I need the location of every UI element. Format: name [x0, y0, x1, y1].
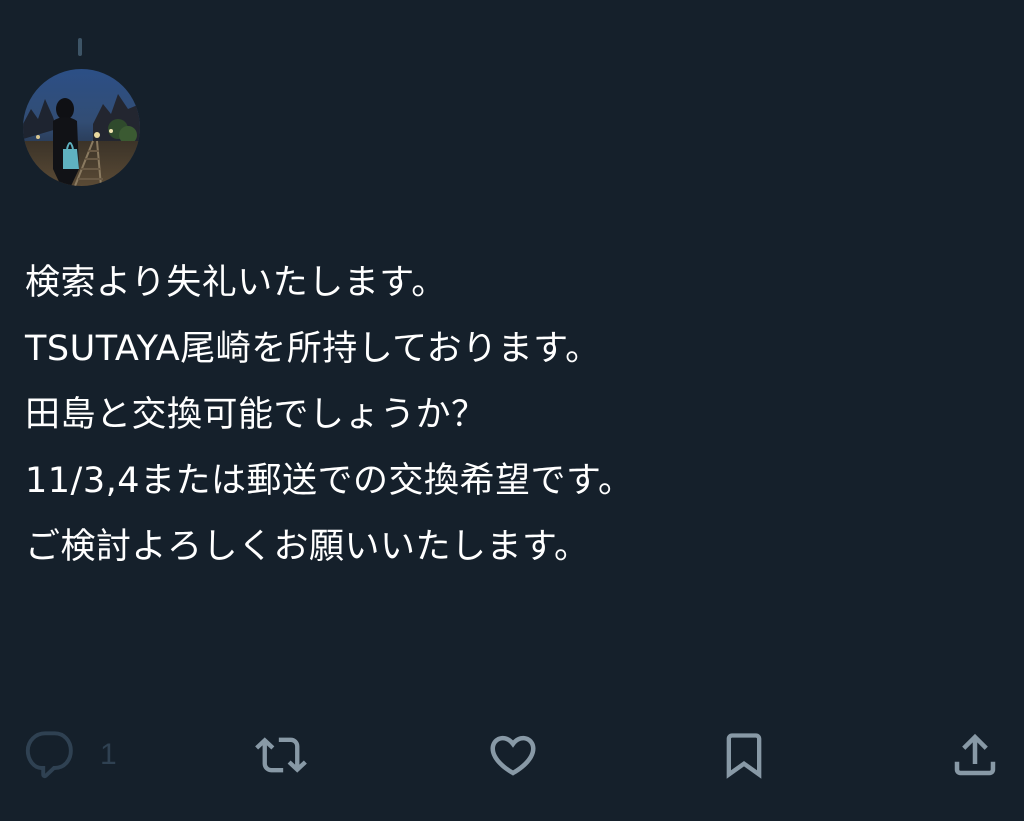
avatar-photo [23, 69, 140, 186]
tweet-line: 11/3,4または郵送での交換希望です。 [25, 461, 634, 501]
tweet-line: ご検討よろしくお願いいたします。 [25, 527, 590, 567]
avatar[interactable] [23, 69, 140, 186]
reply-count: 1 [100, 738, 117, 771]
tweet-action-bar: 1 [0, 720, 1024, 790]
share-icon [954, 733, 996, 776]
share-button[interactable] [948, 720, 1002, 790]
bookmark-button[interactable] [718, 720, 770, 790]
tweet-line: 田島と交換可能でしょうか？ [25, 395, 487, 435]
bookmark-icon [726, 733, 762, 779]
retweet-icon [255, 737, 307, 773]
like-button[interactable] [486, 720, 540, 790]
heart-icon [490, 735, 536, 776]
tweet-text: 検索より失礼いたします。 TSUTAYA尾崎を所持しております。 田島と交換可能… [25, 250, 1005, 580]
reply-button[interactable]: 1 [24, 720, 117, 790]
tweet-view: 検索より失礼いたします。 TSUTAYA尾崎を所持しております。 田島と交換可能… [0, 0, 1024, 821]
tweet-line: TSUTAYA尾崎を所持しております。 [25, 329, 601, 369]
retweet-button[interactable] [250, 720, 312, 790]
tweet-line: 検索より失礼いたします。 [25, 263, 447, 303]
reply-icon [25, 731, 73, 779]
thread-connector-line [78, 38, 82, 56]
